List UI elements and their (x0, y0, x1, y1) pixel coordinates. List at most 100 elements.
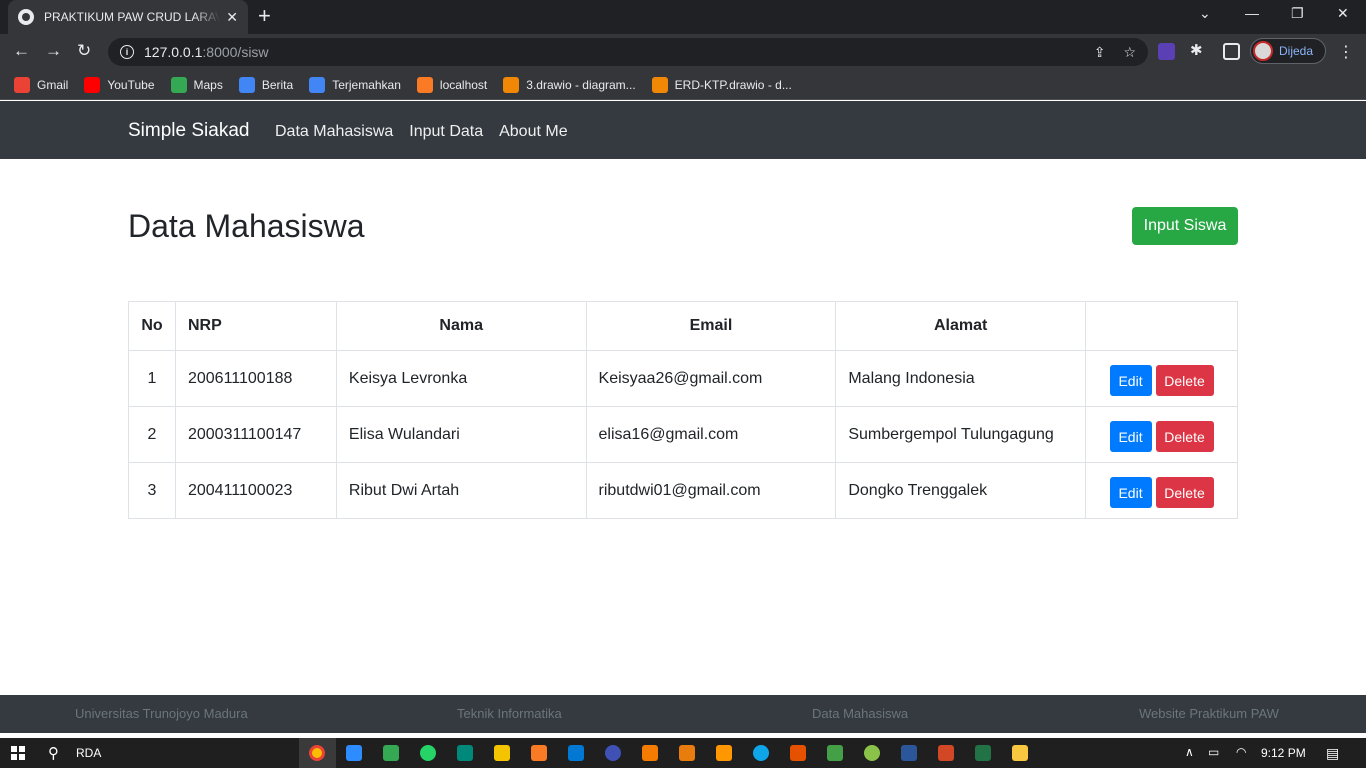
wifi-icon[interactable]: ◠ (1236, 745, 1246, 759)
table-row: 1 200611100188 Keisya Levronka Keisyaa26… (128, 350, 1238, 407)
bookmark-item[interactable]: Berita (238, 76, 293, 93)
header-nrp: NRP (174, 301, 337, 351)
profile-chip[interactable]: Dijeda (1250, 38, 1326, 64)
reload-icon[interactable]: ↻ (77, 41, 91, 61)
taskbar-search-text[interactable]: RDA (76, 746, 101, 760)
edit-button[interactable]: Edit (1109, 421, 1152, 452)
bookmark-item[interactable]: Maps (170, 76, 223, 93)
nav-link-input-data[interactable]: Input Data (409, 123, 483, 141)
bookmark-label: Maps (193, 77, 223, 92)
share-icon[interactable]: ⇪ (1094, 44, 1106, 61)
site-footer: Universitas Trunojoyo Madura Teknik Info… (0, 695, 1366, 733)
cell-no: 1 (128, 350, 176, 407)
cell-alamat: Dongko Trenggalek (835, 462, 1087, 519)
windows-taskbar: ⚲ RDA ∧ ▭ ◠ 9:12 PM ▤ (0, 738, 1366, 768)
search-icon[interactable]: ⚲ (48, 744, 59, 762)
back-icon[interactable]: ← (13, 41, 30, 61)
nav-link-data-mahasiswa[interactable]: Data Mahasiswa (275, 123, 393, 141)
bookmark-item[interactable]: YouTube (84, 76, 155, 93)
sidepanel-icon[interactable] (1223, 43, 1240, 60)
edit-button[interactable]: Edit (1109, 365, 1152, 396)
whatsapp-icon[interactable] (420, 745, 436, 761)
cell-email: Keisyaa26@gmail.com (585, 350, 837, 407)
table-header-row: No NRP Nama Email Alamat (128, 301, 1238, 351)
tab-title: PRAKTIKUM PAW CRUD LARAVEL (44, 10, 220, 24)
xampp-icon[interactable] (531, 745, 547, 761)
input-siswa-button[interactable]: Input Siswa (1132, 207, 1238, 245)
tab-search-icon[interactable]: ⌄ (1199, 5, 1211, 22)
delete-button[interactable]: Delete (1155, 477, 1214, 508)
delete-button[interactable]: Delete (1155, 421, 1214, 452)
git-icon[interactable] (790, 745, 806, 761)
forward-icon[interactable]: → (45, 41, 62, 61)
header-actions (1085, 301, 1238, 351)
footer-data-mahasiswa: Data Mahasiswa (812, 706, 909, 721)
notes-icon[interactable] (494, 745, 510, 761)
zoom-icon[interactable] (346, 745, 362, 761)
edit-button[interactable]: Edit (1109, 477, 1152, 508)
notification-icon[interactable]: ▤ (1326, 745, 1339, 762)
page-title: Data Mahasiswa (128, 208, 365, 244)
chart-app-icon[interactable] (827, 745, 843, 761)
cell-nrp: 200611100188 (174, 350, 337, 407)
globe-icon (18, 9, 34, 25)
powerpoint-icon[interactable] (938, 745, 954, 761)
chrome-icon[interactable] (309, 745, 325, 761)
url-host: 127.0.0.1 (144, 44, 203, 60)
meet-icon[interactable] (457, 745, 473, 761)
windows-start-icon[interactable] (11, 746, 25, 760)
header-nama: Nama (335, 301, 587, 351)
url-text[interactable]: 127.0.0.1:8000/sisw (144, 44, 269, 60)
new-tab-button[interactable]: + (258, 5, 271, 27)
cell-nama: Keisya Levronka (335, 350, 587, 407)
app-icon[interactable] (605, 745, 621, 761)
bookmark-item[interactable]: Terjemahkan (309, 76, 401, 93)
extension-icon[interactable] (1158, 43, 1175, 60)
browser-tab[interactable]: PRAKTIKUM PAW CRUD LARAVEL ✕ (8, 0, 248, 34)
app-icon[interactable] (864, 745, 880, 761)
drawio-icon (503, 76, 520, 93)
blender-icon[interactable] (679, 745, 695, 761)
battery-icon[interactable]: ▭ (1208, 745, 1219, 759)
image-viewer-icon[interactable] (383, 745, 399, 761)
bookmark-item[interactable]: 3.drawio - diagram... (503, 76, 636, 93)
bookmark-star-icon[interactable]: ☆ (1123, 44, 1136, 61)
file-explorer-icon[interactable] (1012, 745, 1028, 761)
bookmark-label: Gmail (37, 77, 69, 92)
menu-kebab-icon[interactable]: ⋮ (1338, 42, 1354, 62)
site-info-icon[interactable]: i (120, 45, 134, 59)
bookmark-item[interactable]: ERD-KTP.drawio - d... (651, 76, 792, 93)
cell-email: ributdwi01@gmail.com (585, 462, 837, 519)
restore-icon[interactable]: ❐ (1291, 5, 1304, 22)
cell-no: 3 (128, 462, 176, 519)
edge-icon[interactable] (753, 745, 769, 761)
address-bar[interactable]: i 127.0.0.1:8000/sisw ⇪ ☆ (108, 38, 1148, 66)
bookmark-label: Terjemahkan (332, 77, 401, 92)
bookmark-label: ERD-KTP.drawio - d... (674, 77, 792, 92)
tab-close-icon[interactable]: ✕ (226, 9, 238, 26)
bookmark-item[interactable]: localhost (416, 76, 488, 93)
sublime-icon[interactable] (716, 745, 732, 761)
browser-tab-strip: PRAKTIKUM PAW CRUD LARAVEL ✕ + ⌄ — ❐ ✕ (0, 0, 1366, 34)
chevron-up-icon[interactable]: ∧ (1185, 745, 1194, 759)
infinity-icon[interactable] (642, 745, 658, 761)
puzzle-icon[interactable]: ✱ (1190, 41, 1207, 59)
bookmark-label: localhost (439, 77, 488, 92)
bookmarks-bar: Gmail YouTube Maps Berita Terjemahkan localho… (0, 70, 1366, 100)
vscode-icon[interactable] (568, 745, 584, 761)
cell-alamat: Sumbergempol Tulungagung (835, 406, 1087, 463)
minimize-icon[interactable]: — (1245, 5, 1259, 21)
navbar-brand[interactable]: Simple Siakad (128, 120, 249, 142)
excel-icon[interactable] (975, 745, 991, 761)
clock-time[interactable]: 9:12 PM (1261, 746, 1306, 760)
close-window-icon[interactable]: ✕ (1337, 5, 1349, 22)
header-alamat: Alamat (835, 301, 1087, 351)
delete-button[interactable]: Delete (1155, 365, 1214, 396)
bookmark-item[interactable]: Gmail (14, 76, 69, 93)
cell-nrp: 200411100023 (174, 462, 337, 519)
nav-link-about-me[interactable]: About Me (499, 123, 567, 141)
bookmark-label: YouTube (107, 77, 155, 92)
word-icon[interactable] (901, 745, 917, 761)
cell-actions: Edit Delete (1085, 350, 1238, 407)
drawio-icon (651, 76, 668, 93)
